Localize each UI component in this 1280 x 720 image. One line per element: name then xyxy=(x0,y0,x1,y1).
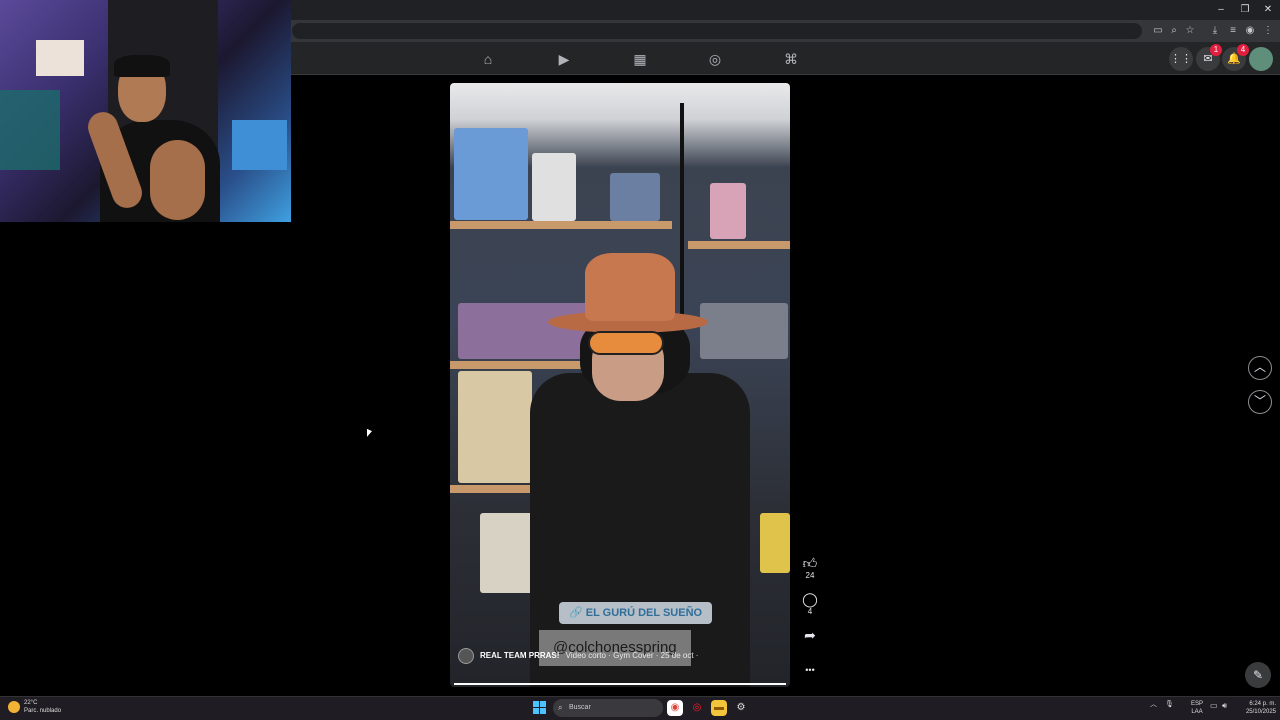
cam-poster xyxy=(36,40,84,76)
close-button[interactable]: ✕ xyxy=(1257,2,1279,18)
search-placeholder: Buscar xyxy=(569,704,591,711)
webcam-overlay xyxy=(0,0,291,222)
like-icon: 👍︎ xyxy=(802,555,818,571)
author-avatar[interactable] xyxy=(458,648,474,664)
video-progress-bar[interactable] xyxy=(454,683,786,685)
cam-monitor xyxy=(0,90,60,170)
home-icon[interactable]: ⌂ xyxy=(478,50,498,68)
more-icon: ••• xyxy=(805,665,815,675)
start-button[interactable] xyxy=(533,701,547,715)
figures-group xyxy=(700,303,788,359)
address-bar[interactable] xyxy=(292,23,1142,39)
menu-icon[interactable]: ⋮ xyxy=(1260,23,1276,39)
next-reel-button[interactable]: ﹀ xyxy=(1248,390,1272,414)
wanted-poster xyxy=(458,371,532,483)
shelf xyxy=(450,221,672,229)
like-button[interactable]: 👍︎ 24 xyxy=(801,555,819,581)
network-icon[interactable]: ▭ xyxy=(1210,701,1218,710)
share-icon: ➦ xyxy=(804,627,816,643)
minimize-button[interactable]: – xyxy=(1210,2,1232,18)
opera-icon[interactable]: ◎ xyxy=(689,700,705,716)
weather-widget[interactable]: 22°C Parc. nublado xyxy=(8,699,61,715)
reel-video[interactable]: 🔗 EL GURÚ DEL SUEÑO @colchonesspring REA… xyxy=(450,83,790,687)
figures-group xyxy=(458,303,588,359)
comment-count: 4 xyxy=(807,607,813,616)
chrome-icon[interactable]: ◉ xyxy=(667,700,683,716)
previous-reel-button[interactable]: ︿ xyxy=(1248,356,1272,380)
figure-box xyxy=(532,153,576,221)
profile-icon[interactable]: ◉ xyxy=(1242,23,1258,39)
lang-code: ESP xyxy=(1190,701,1203,707)
person-glasses xyxy=(588,331,664,355)
cam-person-hair xyxy=(114,55,170,77)
apps-grid-icon[interactable]: ⋮⋮ xyxy=(1169,47,1193,71)
notifications-badge: 4 xyxy=(1237,44,1249,56)
gaming-icon[interactable]: ⌘ xyxy=(781,50,801,68)
avatar[interactable] xyxy=(1249,47,1273,71)
chevron-up-icon: ︿ xyxy=(1253,360,1266,374)
language-indicator[interactable]: ESP LAA xyxy=(1188,700,1206,716)
share-button[interactable]: ➦ xyxy=(801,627,819,643)
figure xyxy=(710,183,746,239)
mouse-cursor xyxy=(367,428,372,440)
taskbar-search[interactable]: ⌕ Buscar xyxy=(553,699,663,717)
settings-gear-icon[interactable]: ⚙ xyxy=(733,700,749,716)
figure-box xyxy=(454,128,528,220)
new-message-button[interactable]: ✎ xyxy=(1245,662,1271,688)
reading-list-icon[interactable]: ≡ xyxy=(1225,23,1241,39)
person-hat xyxy=(585,253,675,321)
reel-meta: REAL TEAM PRRAS! Video corto · Gym Cover… xyxy=(458,648,698,664)
cam-person-arm xyxy=(150,140,205,220)
chevron-down-icon: ﹀ xyxy=(1253,394,1266,408)
clock[interactable]: 6:24 p. m. 25/10/2025 xyxy=(1236,700,1276,716)
bookmark-star-icon[interactable]: ☆ xyxy=(1182,23,1198,39)
caption-tag: 🔗 EL GURÚ DEL SUEÑO xyxy=(559,602,713,624)
file-explorer-icon[interactable]: ▬ xyxy=(711,700,727,716)
like-count: 24 xyxy=(805,571,815,580)
reel-meta-text: Video corto · Gym Cover · 25 de oct · xyxy=(565,651,699,661)
weather-icon xyxy=(8,701,20,713)
mic-icon[interactable]: 🎙︎ xyxy=(1165,701,1174,708)
weather-temp: 22°C xyxy=(24,700,38,706)
system-tray: ︿ 🎙︎ xyxy=(1150,699,1174,709)
video-icon[interactable]: ▶ xyxy=(554,50,574,68)
search-icon: ⌕ xyxy=(558,703,563,712)
marketplace-icon[interactable]: ▦ xyxy=(630,50,650,68)
restore-button[interactable]: ❐ xyxy=(1234,2,1256,18)
volume-icon[interactable]: 🔊︎ xyxy=(1222,701,1227,711)
cam-screen xyxy=(232,120,287,170)
figure-box xyxy=(610,173,660,221)
weather-desc: Parc. nublado xyxy=(24,708,62,714)
shelf xyxy=(688,241,790,249)
messenger-badge: 1 xyxy=(1210,44,1222,56)
video-progress-fill xyxy=(454,683,786,685)
lang-region: LAA xyxy=(1191,709,1203,715)
comment-icon: ◯ xyxy=(802,591,818,607)
figure xyxy=(760,513,790,573)
tray-chevron-icon[interactable]: ︿ xyxy=(1150,701,1157,708)
clock-time: 6:24 p. m. xyxy=(1249,701,1276,707)
screen-cast-icon[interactable]: ▭ xyxy=(1150,23,1166,39)
author-name[interactable]: REAL TEAM PRRAS! xyxy=(480,651,559,660)
zoom-icon[interactable]: ⌕ xyxy=(1166,23,1182,39)
comment-button[interactable]: ◯ 4 xyxy=(801,591,819,617)
more-options-button[interactable]: ••• xyxy=(801,662,819,678)
groups-icon[interactable]: ◎ xyxy=(705,50,725,68)
download-icon[interactable]: ⤓ xyxy=(1207,23,1223,39)
compose-icon: ✎ xyxy=(1252,668,1264,682)
clock-date: 25/10/2025 xyxy=(1245,709,1276,715)
